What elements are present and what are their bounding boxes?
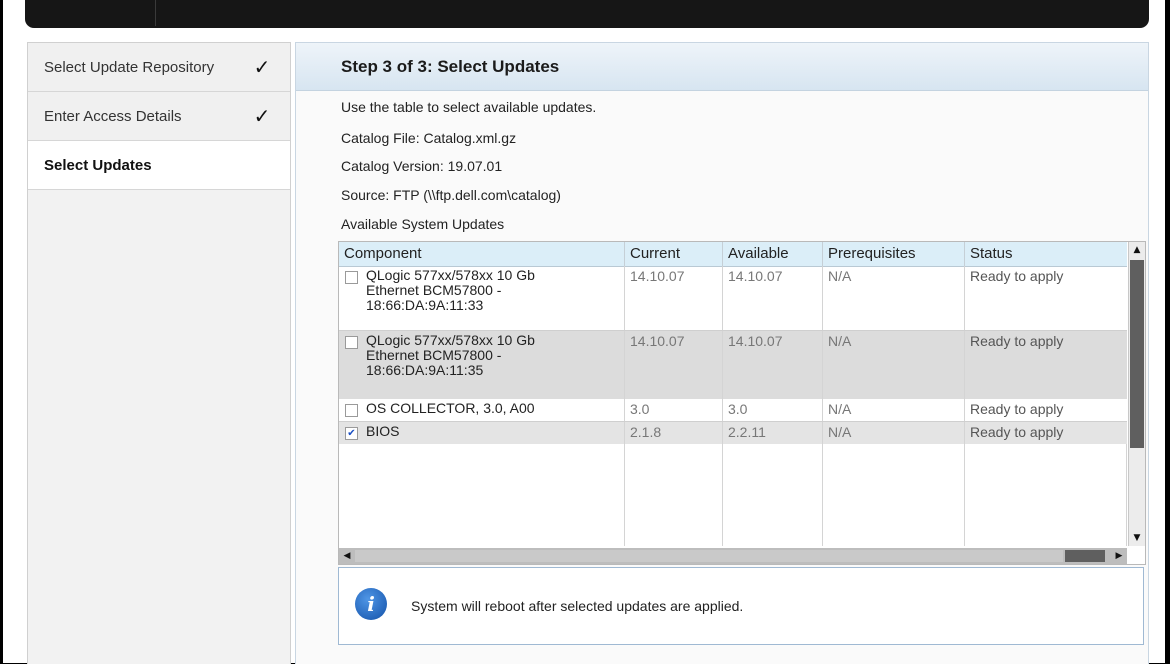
component-name: OS COLLECTOR, 3.0, A00 [366, 400, 535, 416]
component-name: QLogic 577xx/578xx 10 Gb Ethernet BCM578… [366, 267, 535, 313]
scroll-down-arrow-icon[interactable]: ▼ [1129, 530, 1145, 546]
row-checkbox-checked[interactable]: ✔ [345, 427, 358, 440]
step-select-update-repository[interactable]: Select Update Repository ✓ [28, 43, 290, 92]
status-cell: Ready to apply [970, 268, 1064, 284]
checkmark-icon: ✓ [253, 104, 271, 128]
component-cell: OS COLLECTOR, 3.0, A00 [339, 399, 625, 421]
prerequisites-cell: N/A [823, 399, 965, 421]
row-checkbox[interactable] [345, 336, 358, 349]
table-row[interactable]: OS COLLECTOR, 3.0, A00 3.0 3.0 N/A Ready… [339, 399, 1127, 422]
checkmark-icon: ✓ [253, 55, 271, 79]
table-row[interactable]: QLogic 577xx/578xx 10 Gb Ethernet BCM578… [339, 266, 1127, 331]
reboot-notice: i System will reboot after selected upda… [338, 567, 1144, 645]
wizard-steps: Select Update Repository ✓ Enter Access … [27, 42, 291, 664]
status-cell: Ready to apply [970, 424, 1064, 440]
row-checkbox[interactable] [345, 404, 358, 417]
prerequisites-cell: N/A [823, 331, 965, 399]
empty-cell [823, 444, 965, 546]
step-label: Enter Access Details [44, 107, 182, 125]
step-enter-access-details[interactable]: Enter Access Details ✓ [28, 92, 290, 141]
component-name: QLogic 577xx/578xx 10 Gb Ethernet BCM578… [366, 332, 535, 378]
horizontal-scroll-thumb[interactable] [1065, 550, 1105, 562]
vertical-scroll-thumb[interactable] [1130, 260, 1144, 448]
column-header-component[interactable]: Component [339, 242, 625, 266]
top-bar [25, 0, 1149, 28]
column-header-current[interactable]: Current [625, 242, 723, 266]
prerequisites-cell: N/A [823, 422, 965, 444]
empty-cell [965, 444, 1127, 546]
current-cell: 3.0 [625, 399, 723, 421]
table-row[interactable]: QLogic 577xx/578xx 10 Gb Ethernet BCM578… [339, 331, 1127, 399]
column-header-prerequisites[interactable]: Prerequisites [823, 242, 965, 266]
source-text: Source: FTP (\\ftp.dell.com\catalog) [341, 187, 561, 203]
table-header: Component Current Available Prerequisite… [339, 242, 1127, 267]
status-cell: Ready to apply [970, 333, 1064, 349]
current-cell: 14.10.07 [625, 266, 723, 330]
empty-cell [339, 444, 625, 546]
step-panel: Step 3 of 3: Select Updates Use the tabl… [295, 42, 1149, 664]
step-select-updates[interactable]: Select Updates [28, 141, 290, 190]
wizard-window: Select Update Repository ✓ Enter Access … [3, 0, 1165, 664]
component-cell: QLogic 577xx/578xx 10 Gb Ethernet BCM578… [339, 266, 625, 330]
step-label: Select Updates [44, 156, 152, 174]
info-icon: i [355, 588, 387, 620]
row-checkbox[interactable] [345, 271, 358, 284]
scroll-up-arrow-icon[interactable]: ▲ [1129, 242, 1145, 258]
horizontal-scrollbar[interactable]: ◀ ▶ [339, 548, 1127, 564]
available-cell: 14.10.07 [723, 266, 823, 330]
available-cell: 3.0 [723, 399, 823, 421]
top-bar-divider [155, 0, 156, 26]
panel-title: Step 3 of 3: Select Updates [296, 43, 1148, 91]
catalog-version: Catalog Version: 19.07.01 [341, 158, 503, 174]
notice-text: System will reboot after selected update… [411, 598, 744, 614]
component-cell: ✔ BIOS [339, 422, 625, 444]
status-cell: Ready to apply [970, 401, 1064, 417]
component-cell: QLogic 577xx/578xx 10 Gb Ethernet BCM578… [339, 331, 625, 399]
available-cell: 2.2.11 [723, 422, 823, 444]
empty-cell [625, 444, 723, 546]
scroll-left-arrow-icon[interactable]: ◀ [339, 548, 355, 564]
table-body: QLogic 577xx/578xx 10 Gb Ethernet BCM578… [339, 266, 1127, 546]
current-cell: 14.10.07 [625, 331, 723, 399]
catalog-file: Catalog File: Catalog.xml.gz [341, 130, 517, 146]
instruction-text: Use the table to select available update… [341, 99, 597, 115]
column-header-status[interactable]: Status [965, 242, 1127, 266]
vertical-scrollbar[interactable]: ▲ ▼ [1128, 242, 1145, 546]
scroll-right-arrow-icon[interactable]: ▶ [1111, 548, 1127, 564]
table-row[interactable]: ✔ BIOS 2.1.8 2.2.11 N/A Ready to apply [339, 422, 1127, 444]
prerequisites-cell: N/A [823, 266, 965, 330]
column-header-available[interactable]: Available [723, 242, 823, 266]
current-cell: 2.1.8 [625, 422, 723, 444]
step-label: Select Update Repository [44, 58, 215, 76]
updates-table: Component Current Available Prerequisite… [338, 241, 1146, 565]
table-empty-area [339, 444, 1127, 546]
empty-cell [723, 444, 823, 546]
horizontal-scroll-track[interactable] [355, 550, 1063, 562]
available-cell: 14.10.07 [723, 331, 823, 399]
table-title: Available System Updates [341, 216, 505, 232]
component-name: BIOS [366, 423, 400, 439]
